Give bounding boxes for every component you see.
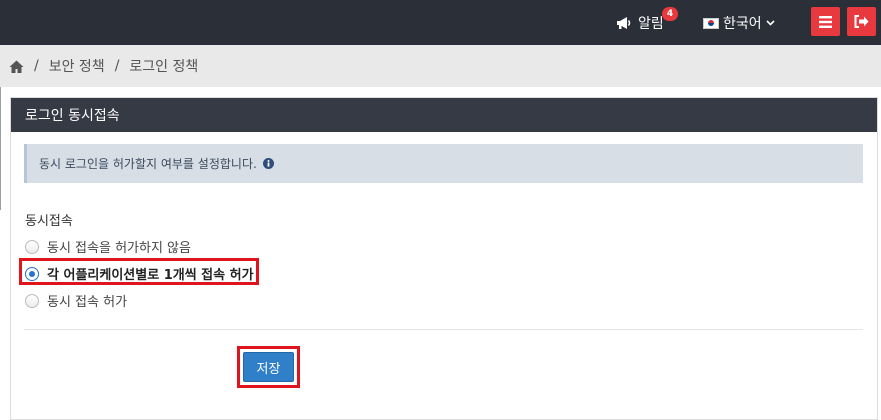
form-divider <box>24 329 863 330</box>
hamburger-menu-icon <box>819 15 832 28</box>
breadcrumb-separator: / <box>34 58 39 74</box>
language-label: 한국어 <box>723 16 762 32</box>
save-button-highlight: 저장 <box>237 346 300 388</box>
menu-button[interactable] <box>811 7 840 36</box>
chevron-down-icon <box>766 18 775 29</box>
home-icon[interactable] <box>9 60 24 73</box>
language-selector[interactable]: 한국어 <box>703 12 775 34</box>
info-alert: 동시 로그인을 허가할지 여부를 설정합니다. <box>24 144 863 183</box>
breadcrumb-item-login-policy: 로그인 정책 <box>129 59 199 75</box>
panel-title: 로그인 동시접속 <box>11 98 877 132</box>
option-label: 각 어플리케이션별로 1개씩 접속 허가 <box>47 268 254 283</box>
top-navbar: 알림 4 한국어 <box>0 0 881 45</box>
info-text: 동시 로그인을 허가할지 여부를 설정합니다. <box>39 157 257 171</box>
radio-allow-concurrent[interactable] <box>25 293 39 308</box>
logout-button[interactable] <box>847 7 876 36</box>
breadcrumb-separator: / <box>114 58 120 74</box>
notification-button[interactable]: 알림 4 <box>616 7 678 34</box>
breadcrumb-item-security-policy[interactable]: 보안 정책 <box>49 56 105 76</box>
login-concurrency-panel: 로그인 동시접속 동시 로그인을 허가할지 여부를 설정합니다. 동시접속 동시… <box>10 97 878 420</box>
save-button[interactable]: 저장 <box>243 352 294 382</box>
logout-icon <box>854 15 869 28</box>
option-disallow-concurrent[interactable]: 동시 접속을 허가하지 않음 <box>25 237 191 256</box>
radio-disallow-concurrent[interactable] <box>25 239 39 254</box>
concurrency-field-label: 동시접속 <box>25 214 73 229</box>
notification-label: 알림 <box>638 16 664 32</box>
breadcrumb: / 보안 정책 / 로그인 정책 <box>0 45 881 87</box>
radio-one-per-application[interactable] <box>25 266 39 281</box>
megaphone-icon <box>617 17 631 29</box>
korea-flag-icon <box>703 17 719 29</box>
option-one-per-application[interactable]: 각 어플리케이션별로 1개씩 접속 허가 <box>25 264 254 283</box>
option-label: 동시 접속을 허가하지 않음 <box>47 241 191 256</box>
info-circle-icon <box>262 158 274 169</box>
notification-count-badge: 4 <box>662 7 678 21</box>
option-allow-concurrent[interactable]: 동시 접속 허가 <box>25 291 127 310</box>
option-label: 동시 접속 허가 <box>47 295 128 310</box>
